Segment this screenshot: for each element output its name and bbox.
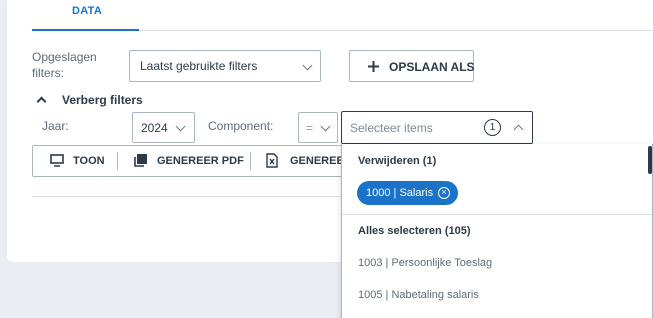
saved-filters-label: Opgeslagen filters: bbox=[32, 50, 97, 80]
tab-data-label: DATA bbox=[72, 5, 103, 17]
chevron-down-icon bbox=[302, 60, 313, 71]
tabs-divider bbox=[139, 30, 653, 31]
chip-label: 1000 | Salaris bbox=[366, 187, 434, 199]
list-item[interactable]: 1005 | Nabetaling salaris bbox=[358, 289, 479, 301]
chevron-up-icon bbox=[36, 96, 47, 107]
generate-pdf-button[interactable]: GENEREER PDF bbox=[118, 146, 250, 176]
operator-select[interactable]: = bbox=[298, 112, 338, 143]
operator-value: = bbox=[306, 120, 314, 135]
selected-chip[interactable]: 1000 | Salaris × bbox=[357, 181, 458, 205]
show-label: TOON bbox=[73, 155, 105, 167]
generate-pdf-label: GENEREER PDF bbox=[157, 155, 244, 167]
tab-data[interactable]: DATA bbox=[32, 0, 139, 31]
chevron-up-icon[interactable] bbox=[513, 124, 524, 135]
hide-filters-label: Verberg filters bbox=[62, 93, 143, 107]
select-all-option[interactable]: Alles selecteren (105) bbox=[358, 225, 471, 237]
remove-header[interactable]: Verwijderen (1) bbox=[358, 155, 436, 167]
selected-count-badge: 1 bbox=[484, 119, 501, 136]
hide-filters-toggle[interactable]: Verberg filters bbox=[34, 92, 154, 108]
save-as-button[interactable]: OPSLAAN ALS bbox=[349, 50, 475, 82]
year-select[interactable]: 2024 bbox=[132, 112, 195, 143]
excel-file-icon bbox=[266, 153, 278, 168]
plus-icon bbox=[368, 61, 379, 72]
monitor-icon bbox=[50, 154, 64, 167]
saved-filters-value: Laatst gebruikte filters bbox=[140, 59, 258, 73]
remove-circle-icon[interactable]: × bbox=[438, 187, 450, 199]
dropdown-divider bbox=[342, 214, 652, 215]
chevron-down-icon bbox=[175, 121, 186, 132]
saved-filters-select[interactable]: Laatst gebruikte filters bbox=[129, 50, 321, 82]
content-divider bbox=[32, 196, 344, 197]
chevron-down-icon bbox=[320, 121, 331, 132]
list-item[interactable]: 1003 | Persoonlijke Toeslag bbox=[358, 257, 492, 269]
component-multiselect[interactable]: Selecteer items 1 bbox=[341, 111, 533, 144]
component-dropdown: Verwijderen (1) 1000 | Salaris × Alles s… bbox=[341, 144, 653, 318]
year-value: 2024 bbox=[141, 120, 168, 135]
component-placeholder: Selecteer items bbox=[350, 120, 433, 135]
show-button[interactable]: TOON bbox=[33, 146, 117, 176]
scrollbar[interactable] bbox=[648, 146, 652, 174]
component-label: Component: bbox=[208, 119, 274, 133]
action-toolbar: TOON GENEREER PDF GENEREER EXCEL bbox=[32, 145, 362, 177]
copy-icon bbox=[134, 154, 147, 167]
year-label: Jaar: bbox=[42, 119, 69, 133]
save-as-label: OPSLAAN ALS bbox=[389, 60, 475, 74]
